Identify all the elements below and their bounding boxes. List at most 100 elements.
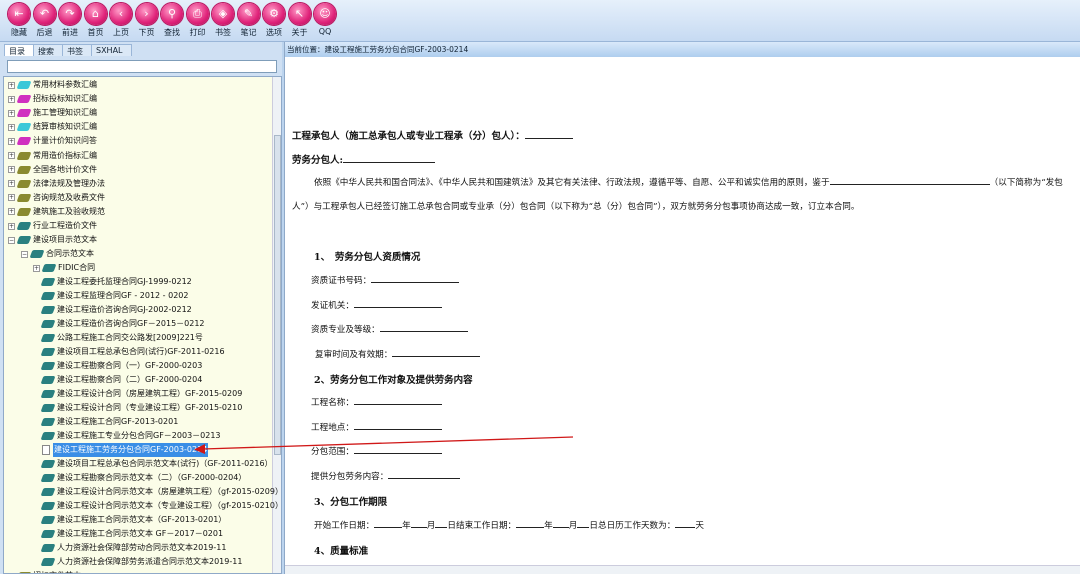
tree-item[interactable]: 建设工程造价咨询合同GF－2015－0212 <box>40 317 205 331</box>
book-icon <box>40 320 56 328</box>
expand-icon[interactable]: + <box>8 208 15 216</box>
tree-node[interactable]: + 施工管理知识汇编 <box>8 106 97 120</box>
book-icon <box>40 292 56 300</box>
tree-node[interactable]: + 招标投标知识汇编 <box>8 92 97 106</box>
collapse-icon[interactable]: − <box>8 236 15 244</box>
tree-item-label: 建设工程勘察合同（二）GF-2000-0204 <box>57 375 203 384</box>
tree-item[interactable]: 建设工程施工合同示范文本 GF－2017－0201 <box>40 527 223 541</box>
tree-node[interactable]: − 合同示范文本 <box>21 247 94 261</box>
form-field: 复审时间及有效期： <box>315 348 481 360</box>
subcontractor-label: 劳务分包人: <box>292 155 344 166</box>
horizontal-scrollbar[interactable] <box>285 565 1080 574</box>
intro-paragraph-1: 依照《中华人民共和国合同法》、《中华人民共和国建筑法》及其它有关法律、行政法规，… <box>314 176 1063 188</box>
about-icon: ↖ <box>288 3 311 25</box>
expand-icon[interactable]: + <box>33 264 40 272</box>
tree-node[interactable]: + 计量计价知识问答 <box>8 134 97 148</box>
tree-item[interactable]: 建设工程设计合同（专业建设工程）GF-2015-0210 <box>40 401 242 415</box>
tree-node[interactable]: + FIDIC合同 <box>33 261 95 275</box>
date-text: 月 <box>426 521 436 531</box>
collapse-icon[interactable]: − <box>21 250 28 258</box>
tree-item[interactable]: 人力资源社会保障部劳务派遣合同示范文本2019-11 <box>40 555 242 569</box>
tree-node[interactable]: + 常用造价指标汇编 <box>8 149 97 163</box>
tree-item[interactable]: 人力资源社会保障部劳动合同示范文本2019-11 <box>40 541 226 555</box>
date-blank[interactable] <box>410 519 427 528</box>
expand-icon[interactable]: + <box>8 81 15 89</box>
date-blank[interactable] <box>374 519 403 528</box>
tree-item[interactable]: 建设工程施工合同示范文本（GF-2013-0201） <box>40 513 226 527</box>
field-blank[interactable] <box>353 445 442 454</box>
toolbar-button-qq[interactable]: ☺ QQ <box>312 3 338 36</box>
tree-node[interactable]: − 建设项目示范文本 <box>8 233 97 247</box>
tree-item[interactable]: 建设工程设计合同示范文本（房屋建筑工程）（gf-2015-0209） <box>40 485 281 499</box>
expand-icon[interactable]: + <box>8 166 15 174</box>
tree-item[interactable]: 建设工程委托监理合同GJ-1999-0212 <box>40 275 192 289</box>
field-blank[interactable] <box>392 348 481 357</box>
field-blank[interactable] <box>371 274 460 283</box>
expand-icon[interactable]: + <box>8 152 15 159</box>
tree-node[interactable]: + 结算审核知识汇编 <box>8 120 97 134</box>
book-icon <box>40 544 56 552</box>
field-blank[interactable] <box>353 299 442 308</box>
tree-item[interactable]: 建设项目工程总承包合同(试行)GF-2011-0216 <box>40 345 225 359</box>
date-blank[interactable] <box>675 519 696 528</box>
tree-item[interactable]: 建设工程设计合同（房屋建筑工程）GF-2015-0209 <box>40 387 242 401</box>
date-blank[interactable] <box>552 519 569 528</box>
search-input[interactable] <box>7 60 277 73</box>
expand-icon[interactable]: + <box>8 123 15 131</box>
date-text: 年 <box>544 521 553 531</box>
tree-item-selected[interactable]: 建设工程施工劳务分包合同GF-2003-0214 <box>42 443 209 457</box>
expand-icon[interactable]: + <box>8 222 15 230</box>
tree-item[interactable]: 建设工程设计合同示范文本（专业建设工程）（gf-2015-0210） <box>40 499 281 513</box>
tree-item[interactable]: 建设工程施工合同GF-2013-0201 <box>40 415 178 429</box>
tree-node[interactable]: +招标文件范本 <box>8 569 81 573</box>
tree-node[interactable]: + 建筑施工及验收规范 <box>8 205 105 219</box>
scrollbar-thumb[interactable] <box>274 135 281 455</box>
back-icon: ↶ <box>33 3 56 25</box>
toolbar-button-label: QQ <box>318 27 332 36</box>
book-icon <box>16 236 32 245</box>
expand-icon[interactable]: + <box>8 194 15 202</box>
tree-item[interactable]: 建设项目工程总承包合同示范文本(试行)（GF-2011-0216） <box>40 457 273 471</box>
form-field: 分包范围： <box>311 445 442 457</box>
tree-item[interactable]: 建设工程监理合同GF - 2012 - 0202 <box>40 289 188 303</box>
tab-2[interactable]: 书签 <box>62 44 92 56</box>
tree-item-label: 常用材料参数汇编 <box>33 80 97 89</box>
date-text: 月 <box>568 521 578 531</box>
tab-3[interactable]: SXHAL <box>91 44 132 56</box>
book-icon <box>40 516 56 524</box>
tree-node[interactable]: + 咨询规范及收费文件 <box>8 191 105 205</box>
print-icon: ⎙ <box>186 3 209 25</box>
tree-item[interactable]: 公路工程施工合同交公路发[2009]221号 <box>40 331 203 345</box>
tab-1[interactable]: 搜索 <box>33 44 63 56</box>
tree-item-label: FIDIC合同 <box>58 263 96 272</box>
field-label: 提供分包劳务内容： <box>311 471 389 482</box>
book-icon <box>40 502 56 510</box>
tree-node[interactable]: + 全国各地计价文件 <box>8 163 97 177</box>
tree-item-label: 建设工程施工劳务分包合同GF-2003-0214 <box>53 443 209 457</box>
expand-icon[interactable]: + <box>8 109 15 117</box>
expand-icon[interactable]: + <box>8 180 15 188</box>
field-blank[interactable] <box>353 396 442 405</box>
tree-item[interactable]: 建设工程勘察合同（一）GF-2000-0203 <box>40 359 202 373</box>
field-blank[interactable] <box>353 421 442 430</box>
tree-item[interactable]: 建设工程勘察合同示范文本（二）（GF-2000-0204） <box>40 471 247 485</box>
tree-item[interactable]: 建设工程造价咨询合同GJ-2002-0212 <box>40 303 192 317</box>
field-blank[interactable] <box>379 323 468 332</box>
date-blank[interactable] <box>516 519 545 528</box>
expand-icon[interactable]: + <box>8 137 15 145</box>
tree-item-label: 建设工程勘察合同示范文本（二）（GF-2000-0204） <box>57 473 247 482</box>
expand-icon[interactable]: + <box>8 95 15 103</box>
date-blank[interactable] <box>577 519 590 528</box>
tree-item[interactable]: 建设工程勘察合同（二）GF-2000-0204 <box>40 373 203 387</box>
bookmark-icon: ◈ <box>212 3 234 25</box>
tree-node[interactable]: + 法律法规及管理办法 <box>8 177 105 191</box>
date-blank[interactable] <box>435 519 448 528</box>
tab-0[interactable]: 目录 <box>4 44 34 56</box>
tree-node[interactable]: + 行业工程造价文件 <box>8 219 97 233</box>
tree-item[interactable]: 建设工程施工专业分包合同GF－2003－0213 <box>40 429 221 443</box>
date-text: 天 <box>695 521 704 531</box>
field-blank[interactable] <box>388 470 461 479</box>
tree-node[interactable]: + 常用材料参数汇编 <box>8 78 97 92</box>
field-label: 工程名称： <box>311 398 354 408</box>
tree-item-label: 施工管理知识汇编 <box>33 108 97 118</box>
